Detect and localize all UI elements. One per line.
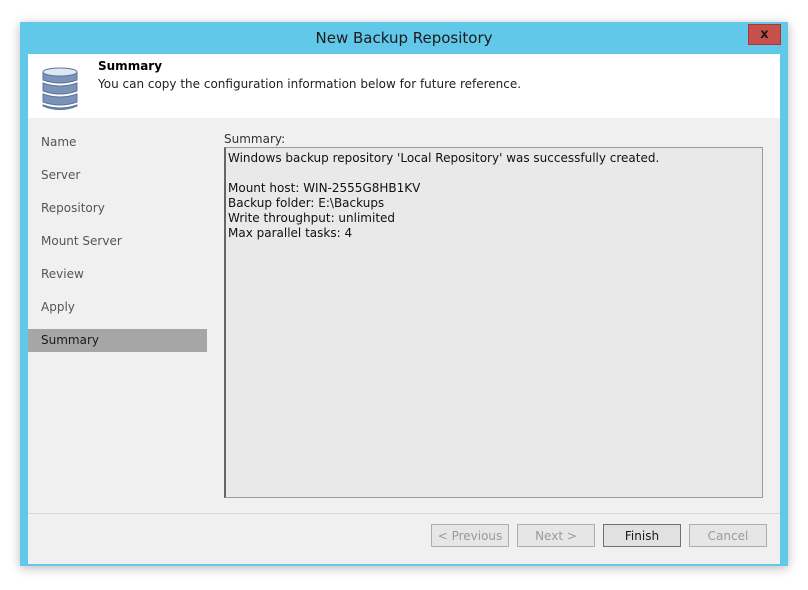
next-button[interactable]: Next > xyxy=(517,524,595,547)
window-title: New Backup Repository xyxy=(315,29,493,47)
nav-item-mount-server[interactable]: Mount Server xyxy=(28,225,207,258)
title-bar[interactable]: New Backup Repository x xyxy=(20,22,788,54)
nav-item-apply[interactable]: Apply xyxy=(28,291,207,324)
summary-panel: Summary: Windows backup repository 'Loca… xyxy=(207,118,780,513)
header-title: Summary xyxy=(98,59,163,73)
close-icon: x xyxy=(760,27,769,42)
previous-button[interactable]: < Previous xyxy=(431,524,509,547)
cancel-button[interactable]: Cancel xyxy=(689,524,767,547)
wizard-step-nav: Name Server Repository Mount Server Revi… xyxy=(28,126,207,513)
wizard-client-area: Summary You can copy the configuration i… xyxy=(28,54,780,564)
footer-divider xyxy=(28,513,780,514)
database-icon xyxy=(42,67,78,110)
nav-item-server[interactable]: Server xyxy=(28,159,207,192)
close-button[interactable]: x xyxy=(748,24,781,45)
backup-repository-window: New Backup Repository x Summary You can … xyxy=(20,22,788,566)
summary-textbox[interactable]: Windows backup repository 'Local Reposit… xyxy=(224,147,763,498)
header-description: You can copy the configuration informati… xyxy=(98,77,522,91)
finish-button[interactable]: Finish xyxy=(603,524,681,547)
nav-item-summary[interactable]: Summary xyxy=(28,329,207,352)
nav-item-review[interactable]: Review xyxy=(28,258,207,291)
nav-item-name[interactable]: Name xyxy=(28,126,207,159)
nav-item-repository[interactable]: Repository xyxy=(28,192,207,225)
wizard-header: Summary You can copy the configuration i… xyxy=(28,54,780,118)
summary-label: Summary: xyxy=(224,132,286,146)
